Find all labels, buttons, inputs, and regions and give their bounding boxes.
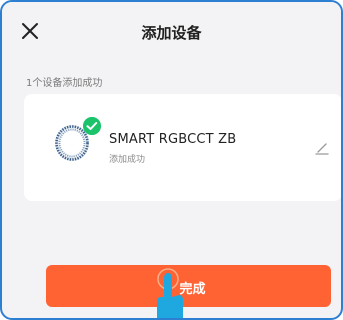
- page-title: 添加设备: [141, 24, 202, 42]
- device-name: SMART RGBCCT ZB: [109, 132, 237, 147]
- add-device-screen: 添加设备 1个设备添加成功 SMART RGBCCT ZB 添加成功 完成: [0, 0, 343, 320]
- device-status: 添加成功: [109, 155, 146, 165]
- done-button-label: 完成: [179, 282, 206, 297]
- check-icon: [83, 117, 101, 135]
- header: 添加设备: [2, 2, 341, 64]
- pencil-icon[interactable]: [315, 141, 329, 155]
- done-button[interactable]: 完成: [46, 265, 331, 307]
- added-count-text: 1个设备添加成功: [26, 78, 103, 89]
